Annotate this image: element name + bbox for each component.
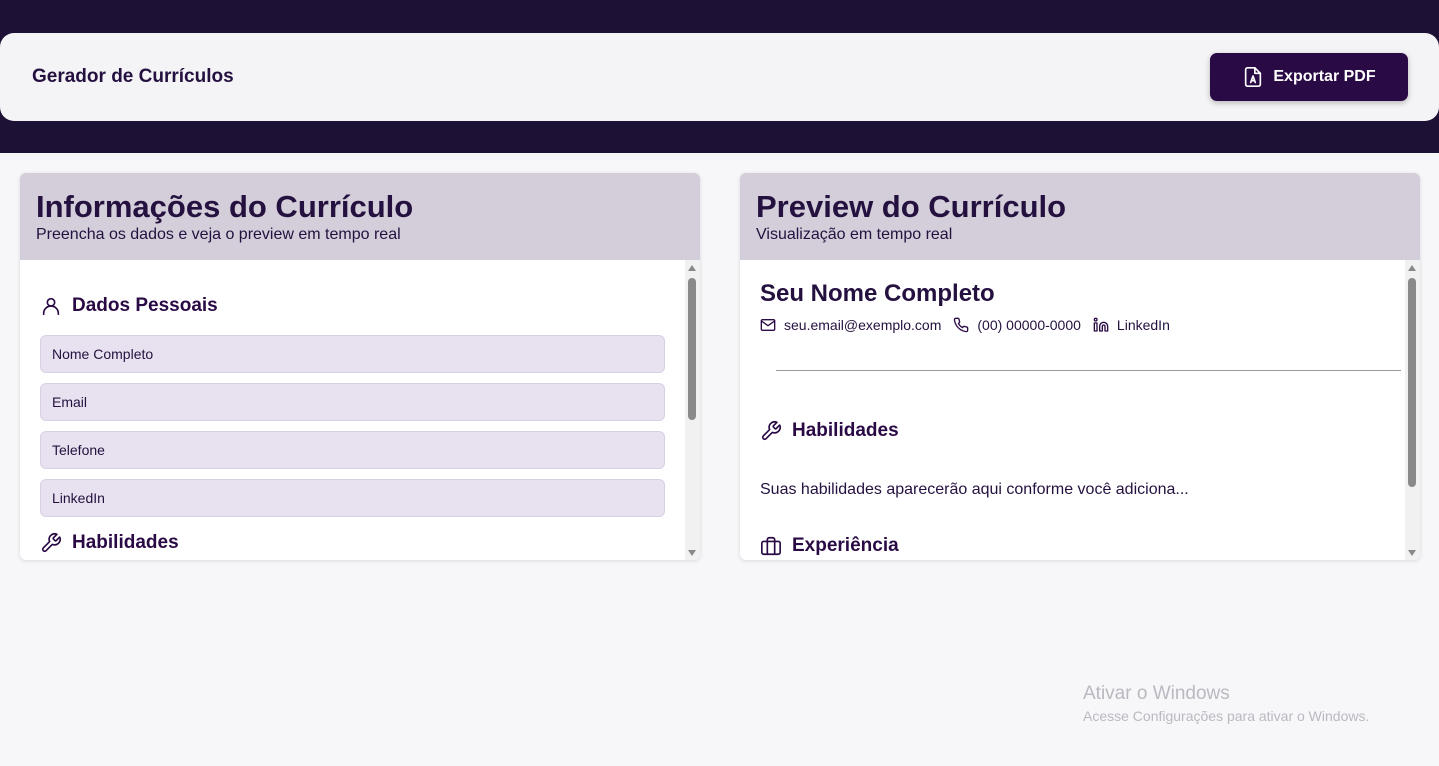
linkedin-placeholder: LinkedIn (52, 490, 105, 506)
cv-divider (776, 370, 1401, 371)
file-pdf-icon (1245, 67, 1262, 87)
cv-contact-email: seu.email@exemplo.com (760, 317, 941, 333)
cv-experience-heading: Experiência (760, 535, 899, 557)
app-title: Gerador de Currículos (32, 66, 234, 87)
windows-activation-watermark: Ativar o Windows Acesse Configurações pa… (1083, 683, 1369, 726)
wrench-icon (41, 533, 61, 553)
watermark-title: Ativar o Windows (1083, 683, 1230, 704)
cv-contacts: seu.email@exemplo.com (00) 00000-0000 Li… (760, 317, 1182, 333)
export-pdf-label: Exportar PDF (1273, 68, 1376, 85)
scroll-up-arrow-icon[interactable] (1408, 265, 1416, 271)
personal-data-heading: Dados Pessoais (40, 295, 218, 317)
phone-field[interactable]: Telefone (40, 431, 665, 469)
wrench-icon (761, 421, 781, 441)
phone-placeholder: Telefone (52, 442, 105, 458)
cv-experience-title: Experiência (792, 535, 899, 556)
cv-email-text: seu.email@exemplo.com (784, 317, 942, 333)
form-panel-title: Informações do Currículo (36, 189, 414, 224)
export-pdf-button[interactable]: Exportar PDF (1210, 53, 1408, 101)
linkedin-field[interactable]: LinkedIn (40, 479, 665, 517)
full-name-field[interactable]: Nome Completo (40, 335, 665, 373)
skills-form-heading: Habilidades (40, 532, 179, 554)
preview-scrollbar[interactable] (1405, 260, 1420, 560)
preview-panel-subtitle: Visualização em tempo real (756, 226, 953, 243)
cv-skills-heading: Habilidades (760, 420, 899, 442)
form-scrollbar[interactable] (685, 260, 700, 560)
cv-phone-text: (00) 00000-0000 (977, 317, 1081, 333)
preview-panel-title: Preview do Currículo (756, 189, 1067, 224)
email-placeholder: Email (52, 394, 88, 410)
personal-data-title: Dados Pessoais (72, 295, 218, 316)
preview-panel-header: Preview do Currículo Visualização em tem… (740, 173, 1420, 260)
linkedin-icon (1093, 317, 1109, 332)
mail-icon (760, 319, 776, 331)
scroll-up-arrow-icon[interactable] (688, 265, 696, 271)
user-icon (42, 297, 60, 316)
app-header: Gerador de Currículos Exportar PDF (0, 33, 1439, 121)
skills-form-title: Habilidades (72, 532, 179, 553)
email-field[interactable]: Email (40, 383, 665, 421)
form-scroll-thumb[interactable] (688, 278, 696, 420)
cv-name: Seu Nome Completo (760, 280, 995, 307)
form-panel: Informações do Currículo Preencha os dad… (20, 173, 700, 560)
preview-scroll-thumb[interactable] (1408, 278, 1416, 487)
watermark-subtitle: Acesse Configurações para ativar o Windo… (1083, 708, 1370, 724)
cv-skills-title: Habilidades (792, 420, 899, 441)
scroll-down-arrow-icon[interactable] (688, 550, 696, 556)
form-panel-subtitle: Preencha os dados e veja o preview em te… (36, 226, 401, 243)
briefcase-icon (761, 536, 781, 556)
scroll-down-arrow-icon[interactable] (1408, 550, 1416, 556)
cv-contact-phone: (00) 00000-0000 (953, 317, 1081, 333)
cv-linkedin-text: LinkedIn (1116, 317, 1170, 333)
preview-panel-body[interactable]: Seu Nome Completo seu.email@exemplo.com … (740, 260, 1405, 560)
preview-panel: Preview do Currículo Visualização em tem… (740, 173, 1420, 560)
phone-icon (954, 317, 969, 333)
form-panel-body[interactable]: Dados Pessoais Nome Completo Email Telef… (20, 260, 685, 560)
form-panel-header: Informações do Currículo Preencha os dad… (20, 173, 700, 260)
main-area: Informações do Currículo Preencha os dad… (0, 153, 1439, 766)
cv-contact-linkedin: LinkedIn (1093, 317, 1170, 333)
full-name-placeholder: Nome Completo (52, 346, 154, 362)
cv-skills-placeholder: Suas habilidades aparecerão aqui conform… (760, 481, 1189, 498)
